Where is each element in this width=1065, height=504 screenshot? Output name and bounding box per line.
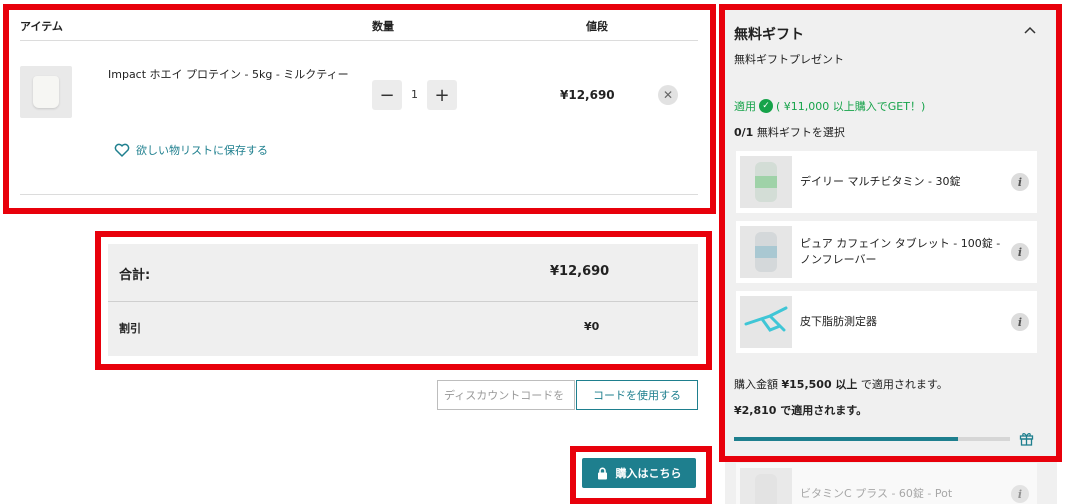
highlight-totals [95, 231, 712, 370]
info-icon[interactable]: i [1011, 485, 1029, 503]
discount-code-input[interactable]: ディスカウントコードを [437, 380, 575, 410]
gift-item[interactable]: ビタミンC プラス - 60錠 - Pot i [736, 463, 1037, 504]
highlight-free-gift [719, 4, 1062, 462]
gift-item-name: ビタミンC プラス - 60錠 - Pot [800, 487, 953, 500]
highlight-cart-items [3, 4, 716, 214]
gift-item-image [740, 468, 792, 504]
apply-code-button[interactable]: コードを使用する [576, 380, 698, 410]
highlight-checkout [570, 446, 712, 504]
